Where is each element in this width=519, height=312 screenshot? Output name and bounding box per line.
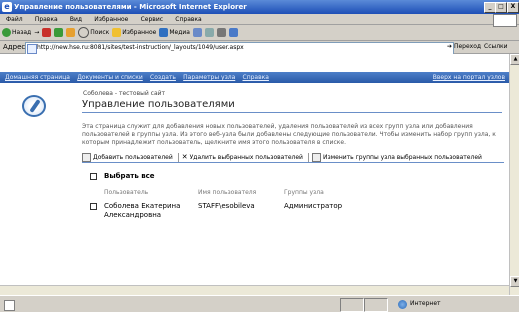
back-button[interactable]: Назад — [2, 28, 31, 37]
address-label: Адрес — [3, 43, 26, 51]
table-row-username: STAFF\esobileva — [198, 202, 255, 210]
select-all-checkbox[interactable] — [90, 173, 97, 180]
favorites-button[interactable]: Избранное — [112, 28, 156, 37]
page-description: Эта страница служит для добавления новых… — [82, 123, 496, 146]
select-all-label[interactable]: Выбрать все — [104, 172, 155, 180]
status-pane — [364, 298, 388, 312]
window-titlebar: e Управление пользователями - Microsoft … — [0, 0, 519, 14]
stop-icon[interactable] — [42, 28, 52, 37]
status-pane — [340, 298, 364, 312]
change-groups-button[interactable]: Изменить группы узла выбранных пользоват… — [311, 152, 482, 162]
media-button[interactable]: Медиа — [159, 28, 190, 37]
page-viewport — [0, 54, 509, 295]
close-button[interactable]: X — [507, 2, 519, 13]
nav-home-link[interactable]: Домашняя страница — [5, 74, 70, 81]
security-zone-label: Интернет — [410, 300, 441, 307]
toolbar-separator — [177, 152, 179, 162]
edit-icon[interactable] — [228, 28, 238, 37]
horizontal-scrollbar[interactable] — [0, 285, 509, 295]
menu-tools[interactable]: Сервис — [141, 16, 163, 23]
add-user-icon — [82, 152, 91, 162]
search-button[interactable]: Поиск — [78, 27, 109, 38]
page-icon — [27, 44, 37, 54]
page-title: Управление пользователями — [82, 99, 235, 110]
menu-view[interactable]: Вид — [70, 16, 82, 23]
row-checkbox[interactable] — [90, 203, 97, 210]
table-row-group: Администратор — [284, 202, 343, 210]
menu-favorites[interactable]: Избранное — [94, 16, 128, 23]
site-settings-icon — [22, 95, 46, 117]
scroll-down-icon[interactable]: ▼ — [510, 276, 519, 287]
column-header-groups[interactable]: Группы узла — [284, 189, 324, 196]
maximize-button[interactable]: □ — [495, 2, 507, 13]
breadcrumb[interactable]: Соболева - тестовый сайт — [83, 90, 165, 97]
back-arrow-icon — [2, 28, 11, 37]
refresh-icon[interactable] — [54, 28, 64, 37]
menu-file[interactable]: Файл — [6, 16, 23, 23]
address-bar: Адрес http://new.hse.ru:8081/sites/test-… — [0, 41, 519, 55]
status-bar: Интернет — [0, 295, 519, 312]
forward-button[interactable]: → — [34, 29, 39, 36]
scroll-up-icon[interactable]: ▲ — [510, 54, 519, 65]
table-row-user[interactable]: Соболева Екатерина Александровна — [104, 202, 184, 220]
toolbar-separator — [307, 152, 309, 162]
remove-users-button[interactable]: ✕ Удалить выбранных пользователей — [182, 153, 303, 161]
links-button[interactable]: Ссылки — [484, 43, 508, 50]
column-header-user[interactable]: Пользователь — [104, 189, 148, 196]
address-url: http://new.hse.ru:8081/sites/test-instru… — [37, 44, 244, 51]
window-title: Управление пользователями - Microsoft In… — [14, 3, 247, 11]
page-status-icon — [4, 300, 15, 311]
internet-zone-icon — [398, 300, 407, 309]
column-header-username[interactable]: Имя пользователя — [198, 189, 256, 196]
action-toolbar: Добавить пользователей ✕ Удалить выбранн… — [82, 152, 504, 163]
toolbar: Назад → Поиск Избранное Медиа — [0, 25, 519, 41]
home-icon[interactable] — [66, 28, 76, 37]
history-icon[interactable] — [192, 28, 202, 37]
menu-help[interactable]: Справка — [175, 16, 201, 23]
print-icon[interactable] — [216, 28, 226, 37]
add-users-button[interactable]: Добавить пользователей — [82, 152, 173, 162]
nav-portal-link[interactable]: Вверх на портал узлов — [433, 72, 505, 83]
nav-help-link[interactable]: Справка — [243, 74, 269, 81]
site-nav-bar: Домашняя страница Документы и списки Соз… — [0, 72, 509, 83]
go-button[interactable]: ➔ Переход — [447, 43, 481, 50]
nav-documents-link[interactable]: Документы и списки — [77, 74, 143, 81]
nav-create-link[interactable]: Создать — [150, 74, 176, 81]
title-divider — [82, 112, 502, 113]
search-icon — [78, 27, 90, 38]
menu-edit[interactable]: Правка — [35, 16, 58, 23]
media-icon — [159, 28, 169, 37]
nav-site-settings-link[interactable]: Параметры узла — [183, 74, 235, 81]
ie-logo-icon: e — [2, 2, 12, 12]
star-icon — [112, 28, 122, 37]
mail-icon[interactable] — [204, 28, 214, 37]
groups-icon — [311, 152, 321, 162]
delete-icon: ✕ — [181, 153, 188, 161]
vertical-scrollbar[interactable]: ▲ ▼ — [509, 54, 519, 295]
menu-bar: Файл Правка Вид Избранное Сервис Справка — [0, 14, 519, 27]
